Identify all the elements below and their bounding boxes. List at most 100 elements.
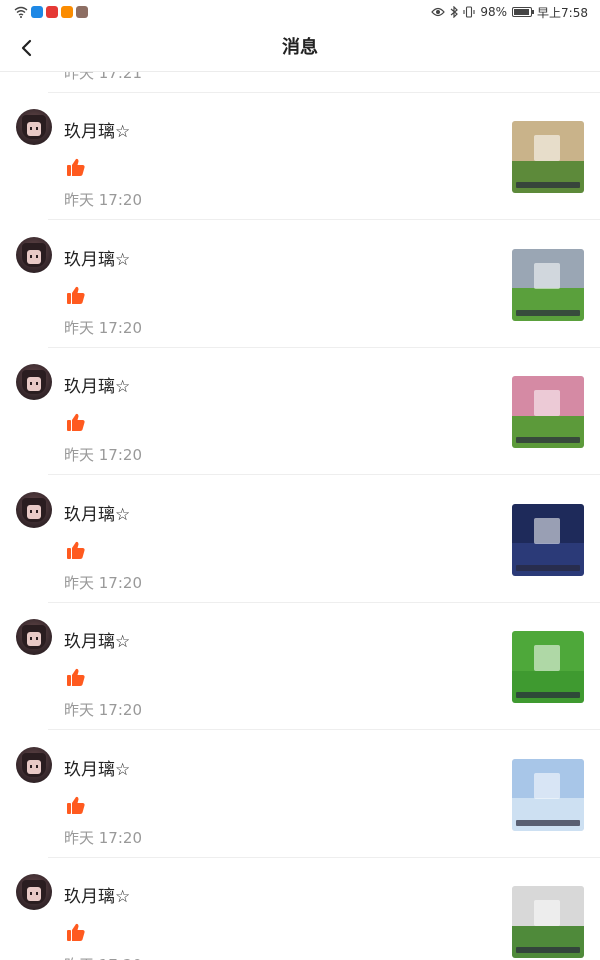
thumbnail-ground <box>512 160 584 193</box>
avatar[interactable] <box>16 746 52 783</box>
thumbnail-object <box>534 390 560 416</box>
avatar[interactable] <box>16 491 52 528</box>
post-thumbnail[interactable] <box>512 503 584 576</box>
avatar-eye <box>36 382 38 385</box>
thumbs-up-icon <box>67 668 85 686</box>
avatar-eye <box>30 764 32 768</box>
username[interactable]: 玖月璃☆ <box>64 372 130 397</box>
thumbs-up-icon <box>67 158 85 176</box>
page-title: 消息 <box>282 37 318 58</box>
avatar-eye <box>36 637 38 640</box>
timestamp: 昨天 17:20 <box>64 446 142 464</box>
thumbnail-object <box>534 645 560 671</box>
avatar[interactable] <box>16 109 52 145</box>
thumbnail-hotbar <box>516 437 580 443</box>
thumb-hand <box>72 413 85 431</box>
thumbnail-hotbar <box>516 692 580 698</box>
list-item-time: 昨天 17:21 <box>64 72 142 82</box>
thumbnail-ground <box>512 670 584 703</box>
thumb-cuff <box>67 292 71 304</box>
post-thumbnail[interactable] <box>512 758 584 831</box>
app-notification-icon <box>31 6 43 18</box>
username[interactable]: 玖月璃☆ <box>64 627 130 652</box>
vibrate-icon <box>463 6 475 18</box>
thumb-hand <box>72 796 85 814</box>
thumbnail-hotbar <box>516 182 580 188</box>
thumbs-up-icon <box>67 923 85 941</box>
thumbnail-ground <box>512 288 584 321</box>
post-thumbnail[interactable] <box>512 631 584 703</box>
timestamp: 昨天 17:20 <box>64 573 142 592</box>
thumbs-up-icon <box>67 413 85 431</box>
bluetooth-icon <box>450 6 459 18</box>
back-button[interactable] <box>8 30 44 66</box>
thumb-cuff <box>67 802 71 814</box>
thumbnail-hotbar <box>516 564 580 571</box>
list-item[interactable]: 玖月璃☆ 昨天 17:20 <box>0 221 600 348</box>
avatar-eye <box>30 637 32 640</box>
username[interactable]: 玖月璃☆ <box>64 245 130 270</box>
thumbs-up-icon <box>67 541 85 559</box>
timestamp: 昨天 17:20 <box>64 318 142 337</box>
thumb-cuff <box>67 420 71 431</box>
avatar-eye <box>30 382 32 385</box>
avatar[interactable] <box>16 619 52 655</box>
thumbnail-hotbar <box>516 309 580 316</box>
list-item[interactable]: 玖月璃☆ 昨天 17:20 <box>0 93 600 220</box>
timestamp: 昨天 17:20 <box>64 954 142 960</box>
battery-icon <box>512 7 535 17</box>
app-notification-icon <box>76 6 88 18</box>
list-item[interactable]: 玖月璃☆ 昨天 17:20 <box>0 603 600 730</box>
thumbnail-ground <box>512 415 584 448</box>
thumbnail-hotbar <box>516 819 580 826</box>
username[interactable]: 玖月璃☆ <box>64 882 130 907</box>
header-bar: 消息 <box>0 24 600 72</box>
thumb-cuff <box>67 547 71 559</box>
thumb-cuff <box>67 930 71 941</box>
avatar-eye <box>36 764 38 768</box>
thumbnail-object <box>534 135 560 161</box>
username[interactable]: 玖月璃☆ <box>64 117 130 142</box>
avatar-eye <box>36 509 38 513</box>
timestamp: 昨天 17:20 <box>64 191 142 209</box>
avatar-eye <box>30 892 32 895</box>
username[interactable]: 玖月璃☆ <box>64 500 130 525</box>
battery-percent: 98% <box>480 5 508 19</box>
list-item[interactable]: 玖月璃☆ 昨天 17:20 <box>0 348 600 475</box>
thumbs-up-icon <box>67 286 85 304</box>
app-notification-icon <box>61 6 73 18</box>
thumbnail-ground <box>512 798 584 831</box>
avatar-eye <box>36 127 38 130</box>
wifi-icon <box>14 6 28 18</box>
avatar[interactable] <box>16 236 52 273</box>
thumbnail-object <box>534 900 560 926</box>
thumb-cuff <box>67 165 71 176</box>
post-thumbnail[interactable] <box>512 121 584 193</box>
list-item[interactable]: 玖月璃☆ 昨天 17:20 <box>0 858 600 960</box>
avatar-eye <box>36 892 38 895</box>
timestamp: 昨天 17:20 <box>64 828 142 847</box>
message-list[interactable]: 昨天 17:21 玖月璃☆ 昨天 17:20 玖月璃☆ 昨天 17:20 玖月璃… <box>0 72 600 960</box>
avatar[interactable] <box>16 874 52 910</box>
status-bar-left <box>14 6 88 18</box>
post-thumbnail[interactable] <box>512 886 584 958</box>
avatar-eye <box>36 254 38 258</box>
list-item[interactable]: 玖月璃☆ 昨天 17:20 <box>0 731 600 858</box>
post-thumbnail[interactable] <box>512 376 584 448</box>
thumbnail-object <box>534 517 560 544</box>
thumbnail-ground <box>512 543 584 576</box>
status-time: 早上7:58 <box>537 5 588 20</box>
username[interactable]: 玖月璃☆ <box>64 755 130 780</box>
list-item[interactable]: 玖月璃☆ 昨天 17:20 <box>0 476 600 603</box>
thumb-hand <box>72 668 85 686</box>
thumb-hand <box>72 158 85 176</box>
chevron-left-icon <box>21 39 32 57</box>
avatar-eye <box>30 509 32 513</box>
status-bar: 98% 早上7:58 <box>0 0 600 24</box>
avatar[interactable] <box>16 364 52 400</box>
avatar-eye <box>30 254 32 258</box>
timestamp: 昨天 17:20 <box>64 701 142 719</box>
post-thumbnail[interactable] <box>512 248 584 321</box>
thumb-hand <box>72 541 85 559</box>
thumb-cuff <box>67 675 71 686</box>
